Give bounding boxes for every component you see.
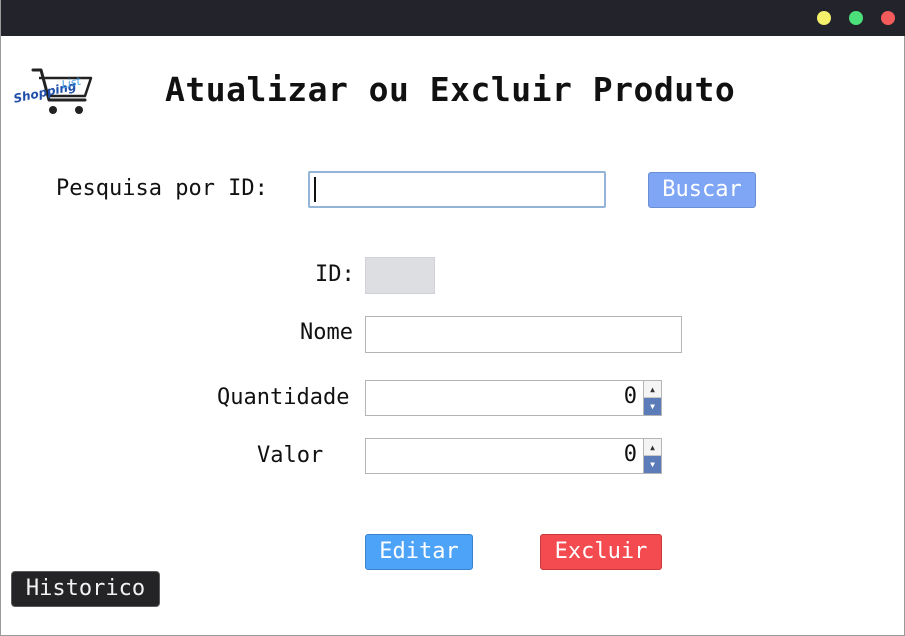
decrement-arrow-icon[interactable]: ▼ — [644, 398, 661, 415]
excluir-button[interactable]: Excluir — [540, 534, 662, 570]
quantidade-value: 0 — [623, 384, 637, 409]
valor-stepper: ▲ ▼ — [643, 439, 661, 473]
valor-label: Valor — [257, 443, 324, 468]
valor-spinner[interactable]: 0 ▲ ▼ — [365, 438, 662, 474]
shopping-cart-logo: Shopping List — [11, 66, 103, 118]
valor-value: 0 — [623, 442, 637, 467]
buscar-button[interactable]: Buscar — [648, 172, 756, 208]
increment-arrow-icon[interactable]: ▲ — [644, 439, 661, 456]
decrement-arrow-icon[interactable]: ▼ — [644, 456, 661, 473]
minimize-button[interactable] — [817, 11, 831, 25]
page-title: Atualizar ou Excluir Produto — [165, 70, 736, 109]
svg-text:List: List — [60, 75, 82, 92]
quantidade-label: Quantidade — [217, 385, 350, 410]
close-button[interactable] — [881, 11, 895, 25]
id-label: ID: — [315, 262, 355, 287]
text-caret — [314, 177, 316, 202]
maximize-button[interactable] — [849, 11, 863, 25]
title-bar — [1, 0, 905, 36]
editar-button[interactable]: Editar — [365, 534, 473, 570]
quantidade-stepper: ▲ ▼ — [643, 381, 661, 415]
nome-label: Nome — [300, 320, 353, 345]
search-label: Pesquisa por ID: — [56, 176, 268, 201]
quantidade-spinner[interactable]: 0 ▲ ▼ — [365, 380, 662, 416]
id-field — [365, 257, 435, 294]
app-window: Shopping List Atualizar ou Excluir Produ… — [0, 0, 905, 636]
search-id-input[interactable] — [308, 171, 606, 208]
increment-arrow-icon[interactable]: ▲ — [644, 381, 661, 398]
nome-input[interactable] — [365, 316, 682, 353]
historico-button[interactable]: Historico — [11, 571, 160, 607]
